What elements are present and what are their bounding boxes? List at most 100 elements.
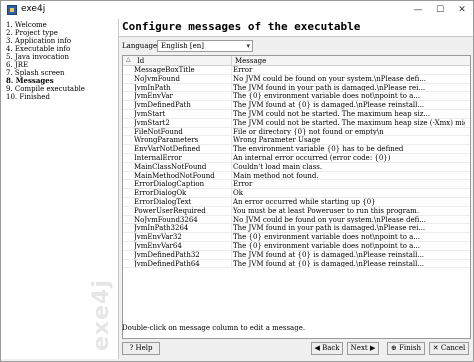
cell-divider [231,109,232,118]
table-row[interactable]: JvmDefinedPath32 The JVM found at {0} is … [123,250,470,260]
message-text-cell[interactable]: Couldn't load main class. [233,163,465,171]
close-button[interactable]: ✕ [451,1,473,19]
message-text-cell[interactable]: File or directory {0} not found or empty… [233,128,465,136]
message-id-cell: NoJvmFound3264 [134,215,198,224]
table-row[interactable]: MainClassNotFound Couldn't load main clas… [123,162,470,172]
wizard-step[interactable]: 10. Finished [6,93,85,101]
messages-table[interactable]: △ Id Message MessageBoxTitle Error NoJvmFo… [122,55,471,339]
message-text-cell[interactable]: The JVM could not be started. The maximu… [233,110,465,118]
wizard-step[interactable]: 2. Project type [6,29,85,37]
message-text-cell[interactable]: The JVM found in your path is damaged.\n… [233,84,465,92]
cell-divider [231,241,232,250]
help-label: Help [135,344,153,352]
table-row[interactable]: FileNotFound File or directory {0} not fo… [123,127,470,137]
message-text-cell[interactable]: An error occurred while starting up {0} [233,198,465,206]
message-text-cell[interactable]: The JVM found at {0} is damaged.\nPlease… [233,251,465,259]
wizard-step[interactable]: 8. Messages [6,77,85,85]
message-text-cell[interactable]: The JVM found at {0} is damaged.\nPlease… [233,101,465,109]
wizard-step[interactable]: 3. Application info [6,37,85,45]
cell-divider [231,145,232,153]
table-row[interactable]: WrongParameters Wrong Parameter Usage [123,136,470,146]
table-row[interactable]: JvmEnvVar64 The {0} environment variable … [123,241,470,251]
exe4j-app-icon [7,5,17,15]
next-button[interactable]: Next ▶ [347,342,379,355]
table-row[interactable]: MainMethodNotFound Main method not found. [123,171,470,181]
table-row[interactable]: JvmStart The JVM could not be started. Th… [123,109,470,119]
message-text-cell[interactable]: Ok [233,189,465,197]
back-button[interactable]: ◀ Back [311,342,343,355]
wizard-step[interactable]: 1. Welcome [6,21,85,29]
sort-triangle-icon[interactable]: △ [126,56,131,63]
table-header: △ Id Message [123,56,470,66]
main-panel: Configure messages of the executable Lan… [119,19,473,359]
message-text-cell[interactable]: An internal error occurred (error code: … [233,154,465,162]
message-text-cell[interactable]: The {0} environment variable does not\np… [233,92,465,100]
table-row[interactable]: JvmStart2 The JVM could not be started. T… [123,118,470,128]
page-title: Configure messages of the executable [122,20,361,33]
message-text-cell[interactable]: No JVM could be found on your system.\nP… [233,75,465,83]
maximize-button[interactable]: ☐ [429,1,451,19]
table-row[interactable]: JvmDefinedPath The JVM found at {0} is da… [123,101,470,110]
column-header-message[interactable]: Message [235,57,266,65]
table-row[interactable]: JvmInPath The JVM found in your path is d… [123,83,470,93]
finish-button[interactable]: ⊕ Finish [387,342,425,355]
table-row[interactable]: JvmEnvVar The {0} environment variable do… [123,92,470,102]
message-id-cell: JvmStart2 [134,118,170,127]
table-row[interactable]: ErrorDialogOk Ok [123,189,470,198]
message-id-cell: ErrorDialogText [134,197,192,206]
table-row[interactable]: JvmInPath3264 The JVM found in your path … [123,224,470,234]
message-text-cell[interactable]: Wrong Parameter Usage [233,136,465,144]
table-body: MessageBoxTitle Error NoJvmFound No JVM cou… [123,66,470,269]
exe4j-window: exe4j — ☐ ✕ 1. Welcome 2. Project type 3. … [0,0,474,362]
wizard-step[interactable]: 6. JRE [6,61,85,69]
message-id-cell: EnvVarNotDefined [134,145,201,154]
table-row[interactable]: ErrorDialogText An error occurred while s… [123,197,470,207]
message-id-cell: MessageBoxTitle [134,66,195,74]
table-row[interactable]: EnvVarNotDefined The environment variable… [123,145,470,154]
cell-divider [231,233,232,241]
language-label: Language: [122,42,160,50]
cell-divider [231,180,232,189]
table-row[interactable]: InternalError An internal error occurred … [123,153,470,163]
back-arrow-icon: ◀ [314,344,320,352]
cell-divider [231,66,232,74]
message-text-cell[interactable]: The JVM could not be started. The maximu… [233,119,465,127]
cell-divider [231,83,232,92]
message-text-cell[interactable]: The JVM found in your path is damaged.\n… [233,224,465,232]
message-text-cell[interactable]: You must be at least Poweruser to run th… [233,207,465,215]
cell-divider [231,118,232,127]
cell-divider [231,74,232,83]
wizard-step[interactable]: 9. Compile executable [6,85,85,93]
minimize-button[interactable]: — [407,1,429,19]
message-text-cell[interactable]: No JVM could be found on your system.\nP… [233,216,465,224]
column-header-id[interactable]: Id [137,57,144,65]
cell-divider [231,224,232,233]
message-text-cell[interactable]: The environment variable {0} has to be d… [233,145,465,153]
message-text-cell[interactable]: The {0} environment variable does not\np… [233,242,465,250]
language-select[interactable]: English [en] ▾ [157,40,253,52]
table-row[interactable]: NoJvmFound No JVM could be found on your … [123,74,470,84]
table-row[interactable]: JvmEnvVar32 The {0} environment variable … [123,233,470,242]
message-text-cell[interactable]: Error [233,66,465,74]
help-button[interactable]: ? Help [122,342,160,355]
table-row[interactable]: MessageBoxTitle Error [123,66,470,75]
message-text-cell[interactable]: Error [233,180,465,188]
message-id-cell: JvmDefinedPath64 [134,259,200,268]
cell-divider [231,197,232,206]
message-id-cell: PowerUserRequired [134,206,206,215]
wizard-step[interactable]: 5. Java invocation [6,53,85,61]
table-row[interactable]: PowerUserRequired You must be at least Po… [123,206,470,216]
table-row[interactable]: JvmDefinedPath64 The JVM found at {0} is … [123,259,470,269]
wizard-step[interactable]: 4. Executable info [6,45,85,53]
message-text-cell[interactable]: The JVM found at {0} is damaged.\nPlease… [233,260,465,268]
table-row[interactable]: NoJvmFound3264 No JVM could be found on y… [123,215,470,225]
column-divider[interactable] [231,56,232,66]
cancel-button[interactable]: ✕ Cancel [429,342,469,355]
cell-divider [231,206,232,215]
cell-divider [231,259,232,268]
table-row[interactable]: ErrorDialogCaption Error [123,180,470,190]
message-text-cell[interactable]: The {0} environment variable does not\np… [233,233,465,241]
message-text-cell[interactable]: Main method not found. [233,172,465,180]
wizard-steps-pane: 1. Welcome 2. Project type 3. Application … [1,19,119,359]
message-id-cell: JvmEnvVar64 [134,241,182,250]
